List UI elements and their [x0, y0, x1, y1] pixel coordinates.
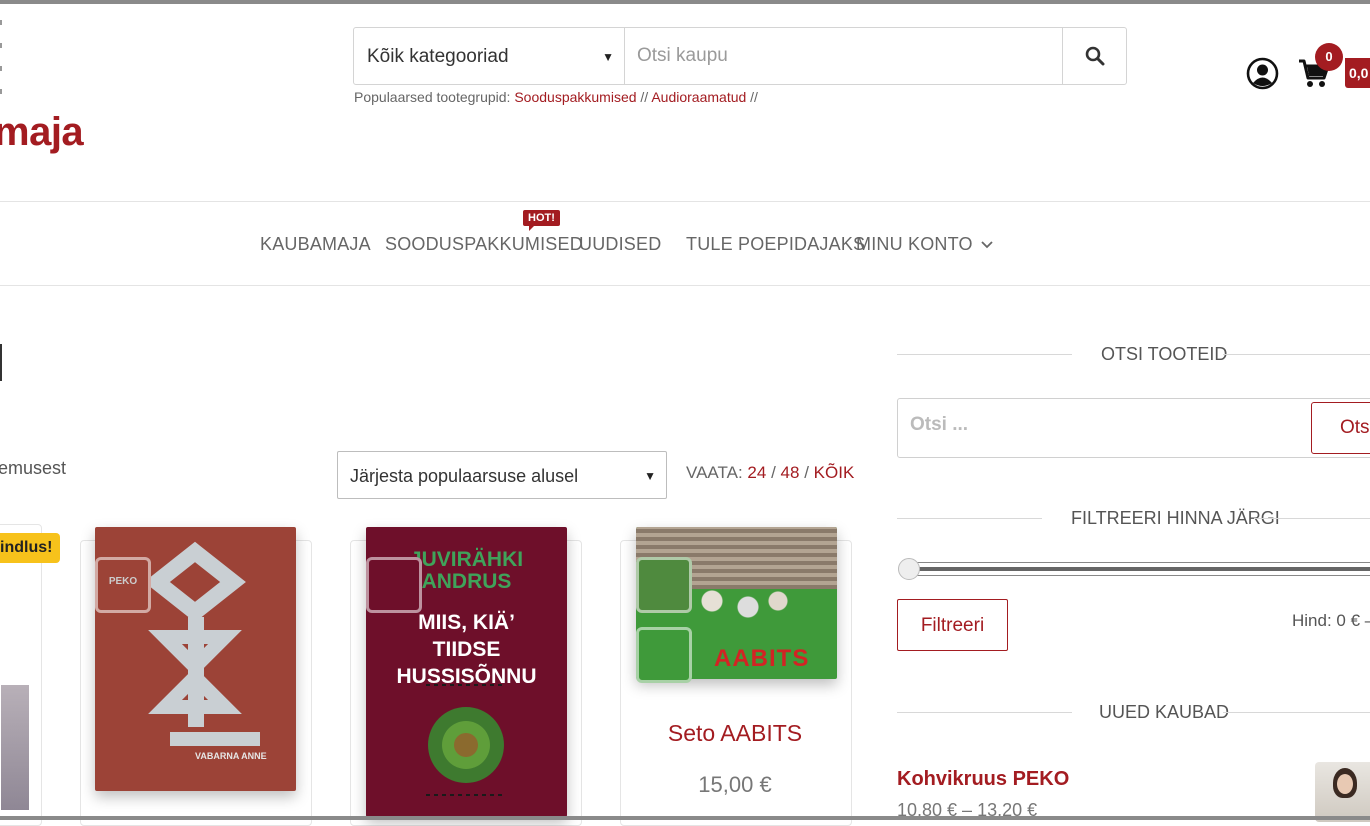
heading-rule	[897, 518, 1042, 519]
product-image	[1, 685, 29, 810]
logo-mark	[0, 20, 3, 100]
product-price: 15,00 €	[698, 772, 772, 797]
window-bottom-border	[0, 816, 1370, 820]
filter-button[interactable]: Filtreeri	[897, 599, 1008, 651]
price-slider-range	[903, 567, 1370, 571]
per-page-48[interactable]: 48	[781, 463, 800, 482]
main-navigation: KAUBAMAJA SOODUSPAKKUMISED UUDISED TULE …	[0, 202, 1370, 285]
product-gallery-thumbnail[interactable]: PEKO	[95, 557, 151, 613]
per-page-all[interactable]: KÕIK	[814, 463, 855, 482]
search-button[interactable]	[1062, 28, 1126, 84]
per-page-selector: VAATA: 24 / 48 / KÕIK	[686, 463, 854, 483]
per-page-separator: /	[771, 463, 776, 482]
thumbnail-label: PEKO	[108, 576, 138, 587]
nav-item-sooduspakkumised[interactable]: SOODUSPAKKUMISED	[385, 234, 583, 255]
product-title[interactable]: Seto AABITS	[620, 720, 850, 747]
cart-total[interactable]: 0,0	[1345, 58, 1370, 88]
sidebar-heading-new: UUED KAUBAD	[897, 702, 1370, 722]
new-product-image[interactable]	[1315, 762, 1370, 822]
nav-item-minu-konto-label: MINU KONTO	[856, 234, 973, 254]
heading-text: FILTREERI HINNA JÄRGI	[1071, 508, 1280, 528]
per-page-label: VAATA:	[686, 463, 743, 482]
per-page-24[interactable]: 24	[747, 463, 766, 482]
illustration-people	[676, 577, 796, 637]
heading-text: OTSI TOOTEID	[1101, 344, 1228, 364]
heading-rule	[1223, 354, 1370, 355]
book-author-label: VABARNA ANNE	[195, 751, 267, 761]
product-search-input[interactable]	[625, 28, 1062, 84]
new-product-title[interactable]: Kohvikruus PEKO	[897, 768, 1069, 791]
product-gallery-thumbnail[interactable]	[366, 557, 422, 613]
sidebar-search: Otsi	[897, 398, 1370, 458]
heading-text: UUED KAUBAD	[1099, 702, 1230, 722]
product-card-partial[interactable]	[0, 524, 42, 826]
sidebar-search-input[interactable]	[908, 413, 1292, 437]
search-icon	[1085, 46, 1104, 66]
per-page-separator: /	[804, 463, 809, 482]
hot-badge: HOT!	[523, 210, 560, 231]
popular-categories: Populaarsed tootegrupid: Sooduspakkumise…	[354, 89, 758, 105]
nav-item-tule-poepidajaks[interactable]: TULE POEPIDAJAKS	[686, 234, 865, 255]
popular-link-audioraamatud[interactable]: Audioraamatud	[651, 89, 746, 105]
popular-label: Populaarsed tootegrupid:	[354, 89, 511, 105]
chevron-down-icon	[981, 241, 993, 249]
category-select[interactable]: Kõik kategooriad ▼	[354, 28, 625, 84]
header-search-bar: Kõik kategooriad ▼	[353, 27, 1127, 85]
sort-select-value: Järjesta populaarsuse alusel	[350, 466, 579, 486]
window-top-border	[0, 0, 1370, 4]
product-gallery-thumbnail[interactable]	[636, 557, 692, 613]
nav-item-minu-konto[interactable]: MINU KONTO	[856, 234, 993, 255]
sidebar-heading-search: OTSI TOOTEID	[897, 344, 1370, 364]
sidebar-search-button[interactable]: Otsi	[1311, 402, 1370, 454]
site-logo[interactable]: maja	[0, 110, 84, 155]
heading-rule	[897, 354, 1072, 355]
sidebar-heading-price: FILTREERI HINNA JÄRGI	[897, 508, 1370, 528]
heading-rule	[897, 712, 1072, 713]
popular-link-sooduspakkumised[interactable]: Sooduspakkumised	[514, 89, 636, 105]
product-badge: indlus!	[0, 533, 61, 563]
dropdown-arrow-icon: ▼	[602, 50, 614, 64]
product-gallery-thumbnail[interactable]	[636, 627, 692, 683]
dropdown-arrow-icon: ▼	[644, 469, 656, 483]
nav-item-kaubamaja[interactable]: KAUBAMAJA	[260, 234, 371, 255]
heading-rule	[1254, 518, 1370, 519]
page-title-edge	[0, 344, 2, 381]
heading-rule	[1223, 712, 1370, 713]
popular-separator: //	[750, 89, 758, 105]
popular-separator: //	[640, 89, 649, 105]
portrait-face	[1337, 774, 1353, 794]
price-range-label: Hind: 0 € —	[1292, 611, 1370, 630]
cart-count-badge: 0	[1315, 43, 1343, 71]
results-count: emusest	[0, 458, 67, 478]
sort-select[interactable]: Järjesta populaarsuse alusel ▼	[337, 451, 667, 499]
nav-item-uudised[interactable]: UUDISED	[579, 234, 661, 255]
cover-title: AABITS	[714, 645, 810, 672]
account-icon[interactable]	[1246, 57, 1279, 90]
nav-divider	[0, 285, 1370, 286]
price-slider-handle[interactable]	[898, 558, 920, 580]
category-select-value: Kõik kategooriad	[367, 46, 509, 67]
